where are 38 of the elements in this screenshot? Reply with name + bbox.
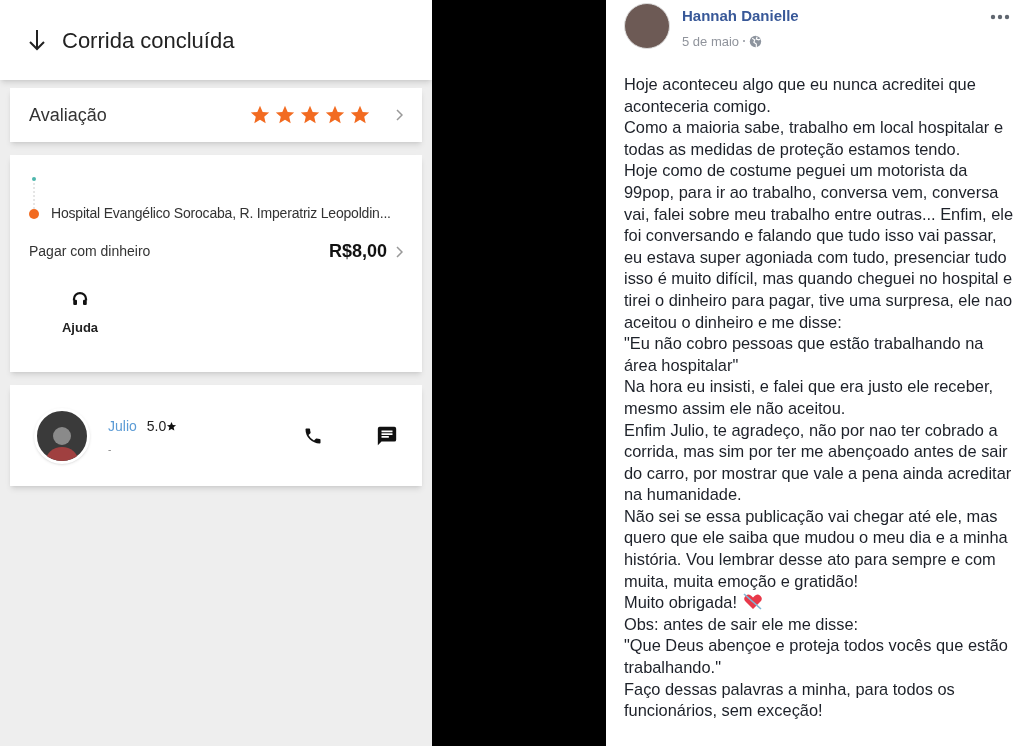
globe-icon bbox=[749, 34, 763, 48]
author-name[interactable]: Hannah Danielle bbox=[682, 5, 990, 28]
destination-dot-icon bbox=[29, 209, 39, 219]
post-paragraph: Obs: antes de sair ele me disse: bbox=[624, 613, 860, 635]
help-button[interactable]: Ajuda bbox=[60, 290, 100, 338]
author-avatar[interactable] bbox=[624, 3, 670, 49]
chevron-icon bbox=[395, 109, 403, 121]
driver-rating: 5.0 bbox=[146, 417, 167, 436]
fare-amount: R$8,00 bbox=[328, 240, 387, 263]
post-paragraph: Na hora eu insisti, e falei que era justo ele receber, mesmo assim ele não aceitou. bbox=[624, 376, 994, 419]
down-arrow-icon[interactable] bbox=[28, 28, 46, 52]
post-paragraph: Não sei se essa publicação vai chegar até ele, mas quero que ele saiba que mudou o meu dia e a minha história. Vou lembrar desse ato para sempre e com muita, muita emoção e gratidão! bbox=[624, 505, 1009, 592]
driver-note: - bbox=[108, 445, 113, 455]
more-options-icon[interactable] bbox=[990, 14, 1010, 20]
heart-arrow-icon bbox=[743, 593, 763, 612]
star-icon bbox=[324, 104, 346, 126]
driver-name: Julio bbox=[108, 417, 137, 436]
post-paragraph: Como a maioria sabe, trabalho em local hospitalar e todas as medidas de proteção estamos tendo. bbox=[624, 117, 1004, 160]
star-icon bbox=[274, 104, 296, 126]
post-paragraph: Faço dessas palavras a minha, para todos os funcionários, sem exceção! bbox=[624, 678, 956, 722]
chevron-icon bbox=[395, 245, 403, 258]
rating-label: Avaliação bbox=[29, 103, 108, 127]
message-icon[interactable] bbox=[376, 424, 398, 447]
star-icon bbox=[349, 104, 371, 126]
post-paragraph: "Eu não cobro pessoas que estão trabalhando na área hospitalar" bbox=[624, 333, 985, 376]
rating-card[interactable]: Avaliação bbox=[10, 88, 422, 142]
post-paragraph: Hoje aconteceu algo que eu nunca acreditei que aconteceria comigo. bbox=[624, 74, 977, 117]
star-icon bbox=[166, 421, 178, 432]
payment-method: Pagar com dinheiro bbox=[29, 242, 152, 261]
post-paragraph: Hoje como de costume peguei um motorista da 99pop, para ir ao trabalho, conversa vem, conversa vai, falei sobre meu trabalho entre outras... Enfim, ele foi conversando e falando que tudo isso vai passar, eu estava super agoniada com tudo, presenciar tudo isso é muito difícil, mas quando cheguei no hospital e tirei o dinheiro para pagar, tive uma surpresa, ele nao aceitou o dinheiro e me disse: bbox=[624, 160, 1014, 333]
post-paragraph: Muito obrigada! bbox=[624, 592, 1014, 614]
post-paragraph: "Que Deus abençoe e proteja todos vocês que estão trabalhando." bbox=[624, 635, 1009, 679]
destination-address: Hospital Evangélico Sorocaba, R. Imperatriz Leopoldin... bbox=[51, 204, 391, 223]
star-icon bbox=[299, 104, 321, 126]
star-icon bbox=[249, 104, 271, 126]
post-paragraph: Enfim Julio, te agradeço, não por nao ter cobrado a corrida, mas sim por ter me abençoado antes de sair do carro, por mostrar que vale a pena ainda acreditar na humanidade. bbox=[624, 419, 1013, 506]
screen-title: Corrida concluída bbox=[62, 26, 235, 55]
headset-icon bbox=[71, 290, 89, 308]
